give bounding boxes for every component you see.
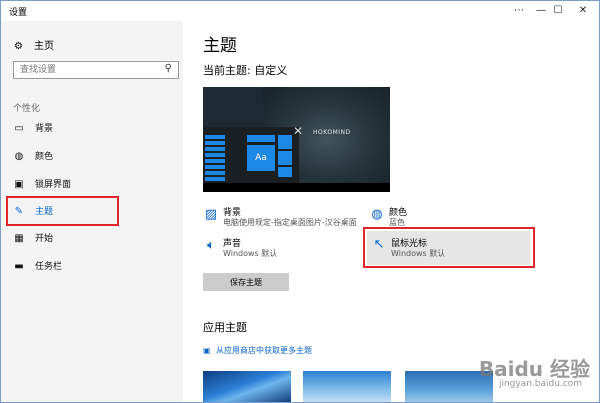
- close-button[interactable]: ✕: [565, 1, 600, 21]
- taskbar-icon: ▬: [14, 261, 24, 272]
- sidebar-item-label: 背景: [35, 124, 54, 134]
- theme-thumbnail-sky[interactable]: [303, 371, 391, 402]
- store-link[interactable]: ▣ 从应用商店中获取更多主题: [203, 345, 312, 356]
- current-theme-label: 当前主题: 自定义: [203, 64, 288, 77]
- sidebar-item-label: 任务栏: [35, 262, 63, 272]
- home-label: 主页: [34, 41, 54, 52]
- option-subtitle: 电脑使用规定-指定桌面图片-汉谷桌面: [223, 218, 357, 227]
- start-icon: ▦: [14, 233, 24, 244]
- sidebar-item-label: 锁屏界面: [35, 180, 72, 190]
- theme-thumbnail-windows[interactable]: [203, 371, 291, 402]
- preview-taskbar: [203, 183, 390, 192]
- speaker-icon: 🔈︎: [207, 238, 215, 253]
- sidebar-item-background[interactable]: ▭ 背景: [13, 119, 173, 139]
- palette-icon: ◍: [371, 207, 383, 222]
- title-bar: 设置 ⋯ — ☐ ✕: [1, 1, 599, 21]
- preview-menu-list: [205, 135, 225, 185]
- preview-logo-mark: ✕: [293, 124, 304, 138]
- search-input[interactable]: [14, 62, 166, 78]
- palette-icon: ◍: [14, 151, 24, 162]
- gear-icon: ⚙: [14, 41, 23, 52]
- preview-tile: [247, 135, 275, 142]
- preview-tile: [278, 151, 292, 165]
- search-box[interactable]: ⚲: [13, 61, 179, 79]
- preview-logo-text: HOKOMIND: [313, 129, 351, 136]
- preview-tile: [278, 167, 292, 177]
- sidebar-item-taskbar[interactable]: ▬ 任务栏: [13, 257, 173, 277]
- settings-window: 设置 ⋯ — ☐ ✕ ⚙主页 ⚲ 个性化 ▭背景 ◍颜色 ▣锁屏界面 ✎主题 ▦…: [0, 0, 600, 403]
- window-title: 设置: [9, 8, 28, 18]
- store-icon: ▣: [203, 346, 211, 355]
- option-subtitle: Windows 默认: [223, 249, 278, 258]
- sidebar-item-colors[interactable]: ◍ 颜色: [13, 147, 173, 167]
- highlight-box-themes: [6, 196, 119, 226]
- watermark-brand: Baidu 经验: [478, 357, 590, 381]
- search-icon[interactable]: ⚲: [165, 63, 172, 74]
- sidebar: ⚙主页 ⚲ 个性化 ▭背景 ◍颜色 ▣锁屏界面 ✎主题 ▦开始 ▬任务栏: [1, 21, 183, 402]
- highlight-box-cursor: [363, 227, 535, 268]
- preview-tile-big: Aa: [247, 145, 275, 171]
- theme-preview: Aa ✕ HOKOMIND: [203, 87, 390, 192]
- sidebar-item-lockscreen[interactable]: ▣ 锁屏界面: [13, 175, 173, 195]
- option-sound[interactable]: 🔈︎ 声音 Windows 默认: [203, 236, 373, 266]
- section-label: 个性化: [13, 104, 41, 114]
- sidebar-home[interactable]: ⚙ 主页: [14, 37, 54, 52]
- apply-theme-title: 应用主题: [203, 321, 247, 334]
- sidebar-item-start[interactable]: ▦ 开始: [13, 229, 173, 249]
- main-panel: 主题 当前主题: 自定义 Aa ✕ HOKOMIND ▨ 背景 电脑使用规定-指…: [183, 21, 599, 402]
- baidu-watermark: Baidu 经验 jingyan.baidu.com: [451, 351, 596, 401]
- save-theme-button[interactable]: 保存主题: [203, 273, 289, 291]
- option-background[interactable]: ▨ 背景 电脑使用规定-指定桌面图片-汉谷桌面: [203, 205, 373, 235]
- sidebar-item-label: 开始: [35, 234, 54, 244]
- image-icon: ▭: [14, 123, 24, 134]
- page-title: 主题: [203, 36, 237, 56]
- store-link-label: 从应用商店中获取更多主题: [216, 346, 312, 355]
- image-icon: ▨: [204, 207, 218, 222]
- preview-tile: [278, 135, 292, 149]
- sidebar-item-label: 颜色: [35, 152, 54, 162]
- lockscreen-icon: ▣: [14, 179, 24, 190]
- watermark-url: jingyan.baidu.com: [498, 379, 582, 389]
